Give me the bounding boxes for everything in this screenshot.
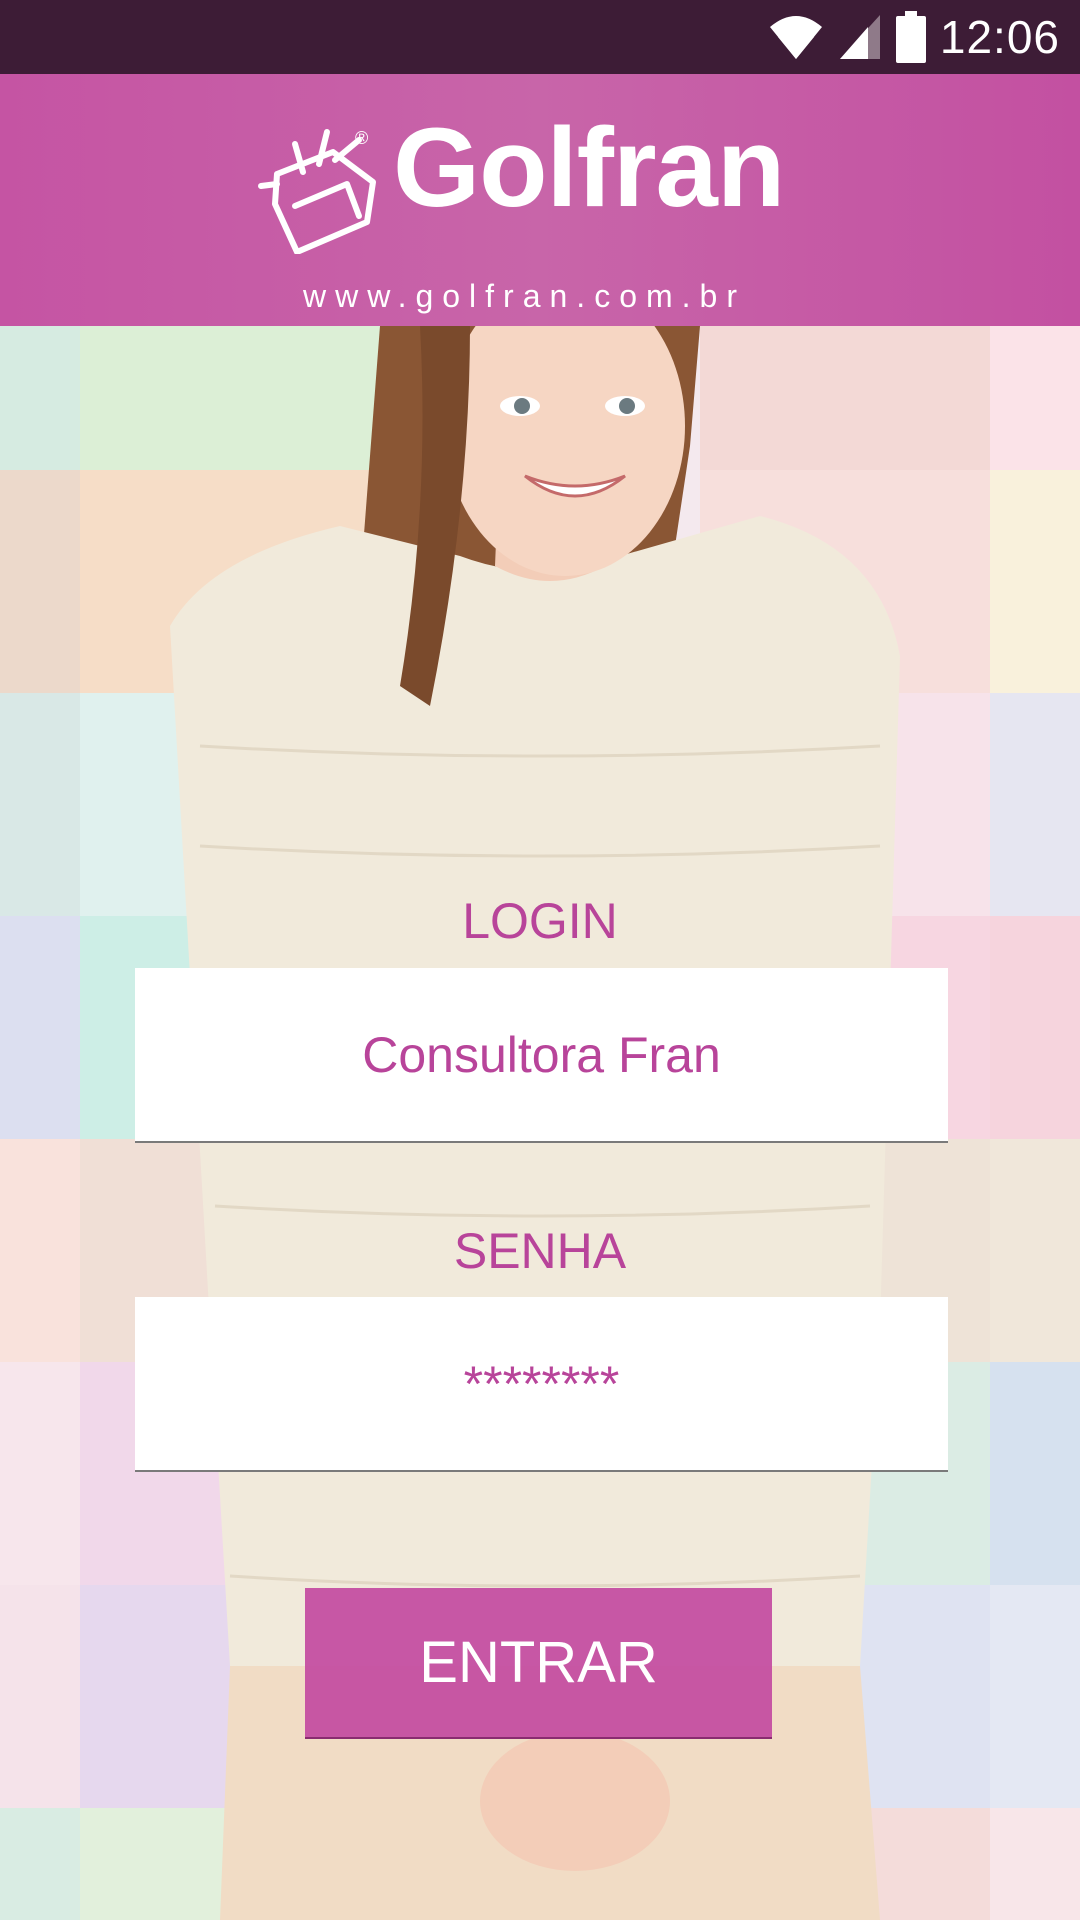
login-input[interactable]: Consultora Fran [135,968,948,1143]
status-time: 12:06 [939,11,1060,63]
website-link[interactable]: www.golfran.com.br [303,280,746,312]
brand-logo: ® Golfran www.golfran.com.br [255,104,835,312]
app-header: ® Golfran www.golfran.com.br [0,74,1080,326]
cell-signal-icon [839,15,880,59]
password-label: SENHA [453,1223,627,1279]
password-input[interactable]: ******** [135,1297,948,1472]
brand-name: Golfran [393,105,785,230]
battery-icon [895,11,926,63]
status-bar: 12:06 [0,0,1080,74]
enter-button[interactable]: ENTRAR [305,1588,772,1739]
login-label: LOGIN [462,893,618,949]
status-icons: 12:06 [768,0,1060,74]
wifi-icon [769,16,822,59]
gift-box-logo-icon: ® [258,128,376,254]
registered-mark: ® [355,128,368,148]
